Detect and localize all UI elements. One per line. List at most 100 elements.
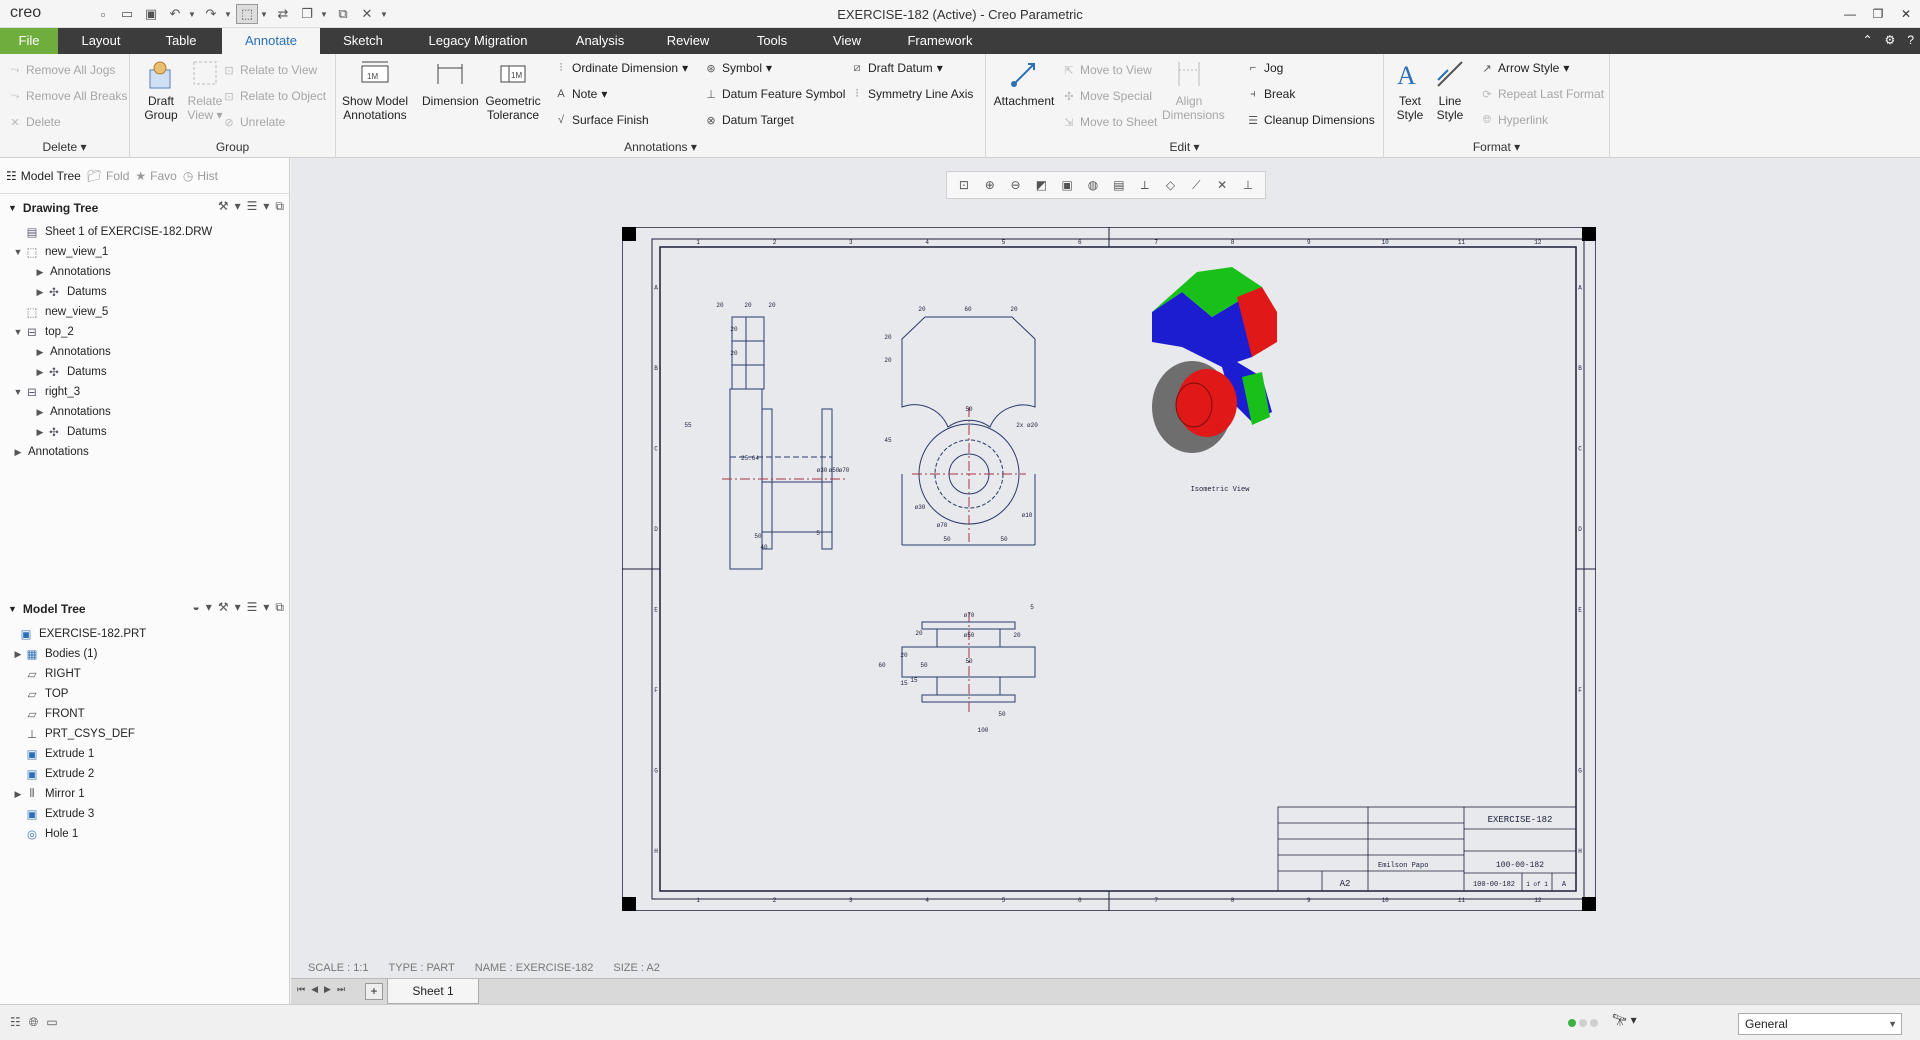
full-screen-icon[interactable]: ▭ [46,1015,57,1030]
draft-datum-button[interactable]: ⧄ Draft Datum ▾ [850,58,943,78]
tree-item-datum-plane[interactable]: ▱ RIGHT [12,664,81,684]
dimension-label[interactable]: 50 [920,662,928,669]
dimension-label[interactable]: 5 [816,530,820,537]
tab-folder[interactable]: 📁︎ Fold [87,169,130,183]
prev-sheet-icon[interactable]: ◀ [311,984,318,995]
dimension-label[interactable]: ø10 [1022,512,1033,519]
edit-group-label[interactable]: Edit ▾ [986,140,1383,154]
tree-filter-icon[interactable]: ⧉ [275,199,284,214]
find-icon[interactable]: 🔭︎ ▾ [1612,1013,1637,1027]
dimension-label[interactable]: 100 [978,727,989,734]
tree-item-extrude[interactable]: ▣ Extrude 3 [12,804,95,824]
repeat-last-format-button[interactable]: ⟳ Repeat Last Format [1480,84,1604,104]
expand-icon[interactable]: ▶ [34,407,46,418]
saved-orientations-icon[interactable]: ◍ [1083,175,1103,195]
tab-history[interactable]: ◷ Hist [183,169,218,183]
dimension-label[interactable]: ø70 [937,522,948,529]
tab-layout[interactable]: Layout [68,28,134,54]
note-button[interactable]: A Note ▾ [554,84,607,104]
dimension-label[interactable]: 60 [964,306,972,313]
tab-annotate[interactable]: Annotate [222,28,320,54]
close-icon[interactable]: ✕ [1892,0,1920,28]
tree-item-view[interactable]: ▼ ⊟ right_3 [12,382,81,402]
show-navigator-icon[interactable]: ☷ [10,1015,21,1030]
expand-icon[interactable]: ▶ [12,649,24,660]
expand-icon[interactable]: ▶ [34,287,46,298]
collapse-icon[interactable]: ▼ [12,327,24,337]
expand-icon[interactable]: ▶ [12,789,24,800]
tree-settings-icon[interactable]: ⚒ [218,600,229,615]
line-style-button[interactable]: Line Style [1430,58,1470,122]
delete-button[interactable]: ✕ Delete [8,112,60,132]
dimension-label[interactable]: 15 [900,680,908,687]
tree-item-extrude[interactable]: ▣ Extrude 1 [12,744,95,764]
dimension-label[interactable]: 45 [884,437,892,444]
ordinate-dimension-button[interactable]: ⫶ Ordinate Dimension ▾ [554,58,688,78]
dimension-label[interactable]: 20 [730,326,738,333]
cleanup-dimensions-button[interactable]: ☰ Cleanup Dimensions [1246,110,1375,130]
expand-icon[interactable]: ▶ [34,367,46,378]
dimension-label[interactable]: 20 [1010,306,1018,313]
tab-legacy-migration[interactable]: Legacy Migration [416,28,540,54]
tree-item-datums[interactable]: ▶ ✣ Datums [34,422,107,442]
first-sheet-icon[interactable]: ⏮ [297,984,305,995]
relate-to-view-button[interactable]: ⊡ Relate to View [222,60,317,80]
dimension-label[interactable]: 50 [943,536,951,543]
options-icon[interactable]: ⚙ [1885,33,1896,47]
symbol-button[interactable]: ⊛ Symbol ▾ [704,58,772,78]
dimension-label[interactable]: ø30 [915,504,926,511]
zoom-out-icon[interactable]: ⊖ [1006,175,1026,195]
drawing-sheet[interactable]: 112233445566778899101011111212A AB BC CD DE E… [622,227,1596,911]
delete-group-label[interactable]: Delete ▾ [0,140,129,154]
format-group-label[interactable]: Format ▾ [1384,140,1609,154]
dimension-label[interactable]: 50 [965,658,973,665]
dimension-label[interactable]: 55 [684,422,692,429]
collapse-ribbon-icon[interactable]: ⌃ [1862,33,1872,47]
view-manager-icon[interactable]: ▤ [1109,175,1129,195]
dimension-label[interactable]: 2x ø20 [1016,422,1038,429]
dimension-label[interactable]: ø30 [817,467,828,474]
refit-icon[interactable]: ⊡ [954,175,974,195]
dimension-label[interactable]: ø50 [964,632,975,639]
dimension-label[interactable]: 20 [744,302,752,309]
dimension-label[interactable]: 20 [884,334,892,341]
tab-favorites[interactable]: ★ Favo [135,169,176,183]
csys-icon[interactable]: ⊥ [1238,175,1258,195]
dimension-label[interactable]: 20 [900,652,908,659]
expand-icon[interactable]: ▶ [34,427,46,438]
dimension-label[interactable]: 20 [768,302,776,309]
datum-target-button[interactable]: ⊗ Datum Target [704,110,793,130]
tree-item-datum-plane[interactable]: ▱ TOP [12,684,69,704]
datum-axes-icon[interactable]: ⟋ [1186,175,1206,195]
tree-item-view[interactable]: ▼ ⊟ top_2 [12,322,74,342]
dimension-label[interactable]: 50 [1000,536,1008,543]
tree-item-mirror[interactable]: ▶ ⫴ Mirror 1 [12,784,85,804]
tab-model-tree[interactable]: ☷ Model Tree [6,169,81,183]
dimension-label[interactable]: 20 [716,302,724,309]
tab-sheet-1[interactable]: Sheet 1 [387,979,479,1004]
jog-button[interactable]: ⌐ Jog [1246,58,1284,78]
tree-item-datum-plane[interactable]: ▱ FRONT [12,704,85,724]
dimension-label[interactable]: 15 [910,677,918,684]
tree-settings-icon[interactable]: ⚒ [218,199,229,214]
tree-item-hole[interactable]: ◎ Hole 1 [12,824,78,844]
move-to-view-button[interactable]: ⇱ Move to View [1062,60,1151,80]
dimension-label[interactable]: 40 [760,544,768,551]
tree-item-view[interactable]: ⬚ new_view_5 [12,302,109,322]
datum-points-icon[interactable]: ✕ [1212,175,1232,195]
tree-item-annotations[interactable]: ▶ Annotations [34,342,111,362]
tree-filter-icon[interactable]: ⧉ [275,600,284,615]
add-sheet-button[interactable]: + [365,983,383,1000]
tree-item-bodies[interactable]: ▶ ▦ Bodies (1) [12,644,98,664]
dimension-label[interactable]: 20 [884,357,892,364]
tree-show-icon[interactable]: ☰ [247,199,258,214]
dimension-label[interactable]: 20 [918,306,926,313]
dimension-label[interactable]: 20 [915,630,923,637]
remove-all-breaks-button[interactable]: ⤳ Remove All Breaks [8,86,128,106]
remove-all-jogs-button[interactable]: ⤳ Remove All Jogs [8,60,116,80]
dimension-label[interactable]: 60 [878,662,886,669]
tab-analysis[interactable]: Analysis [562,28,638,54]
show-model-annotations-button[interactable]: 1M Show Model Annotations [340,58,410,122]
dimension-label[interactable]: 20 [730,350,738,357]
tree-item-annotations[interactable]: ▶ Annotations [12,442,89,462]
